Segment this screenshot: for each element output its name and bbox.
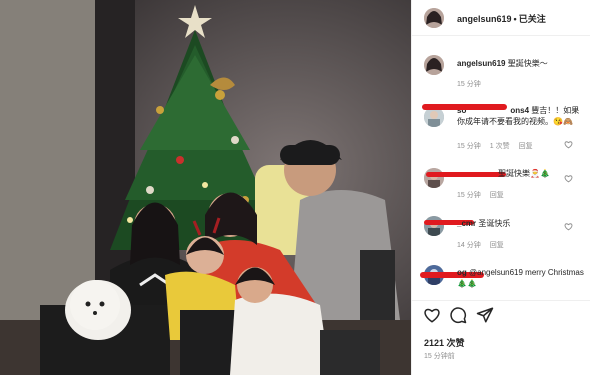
comment-text: og @angelsun619 merry Christmas🎄🎄 (457, 267, 585, 289)
heart-icon[interactable] (423, 306, 441, 324)
profile-picture-icon (424, 168, 444, 188)
comment-meta: 15 分钟 1 次赞 回复 (457, 141, 542, 151)
caption-body: 聖誕快樂～ (507, 59, 548, 68)
profile-picture-icon (424, 216, 444, 236)
reply-button[interactable]: 回复 (490, 242, 504, 249)
avatar[interactable] (424, 168, 444, 188)
redaction-mark (426, 172, 506, 177)
following-button[interactable]: 已关注 (519, 14, 546, 24)
caption-text: angelsun619 聖誕快樂～ (457, 58, 585, 69)
like-count[interactable]: 2121 次赞 (424, 336, 465, 349)
avatar[interactable] (424, 55, 444, 75)
comment-body: 聖誕快樂🎅🎄 (498, 169, 550, 178)
reply-button[interactable]: 回复 (519, 143, 533, 150)
comment-time[interactable]: 15 分钟 (457, 143, 481, 150)
comments-panel: angelsun619 • 已关注 angelsun619 聖誕快樂～ 15 分钟 … (411, 0, 590, 375)
redaction-mark (422, 104, 507, 110)
caption-meta: 15 分钟 (457, 79, 490, 89)
post-username[interactable]: angelsun619 (457, 14, 512, 24)
profile-picture-icon (424, 107, 444, 127)
caption-time[interactable]: 15 分钟 (457, 81, 481, 88)
profile-picture-icon (424, 55, 444, 75)
separator-dot: • (513, 14, 517, 24)
caption-username[interactable]: angelsun619 (457, 59, 505, 68)
share-icon[interactable] (476, 306, 494, 324)
avatar[interactable] (424, 8, 444, 28)
comment-time[interactable]: 14 分钟 (457, 242, 481, 249)
comment-icon[interactable] (449, 306, 467, 324)
reply-button[interactable]: 回复 (490, 192, 504, 199)
header-username-row: angelsun619 • 已关注 (457, 12, 546, 25)
comment-body: @angelsun619 merry Christmas🎄🎄 (457, 268, 584, 288)
avatar[interactable] (424, 107, 444, 127)
comment-body: 圣诞快乐 (478, 219, 511, 228)
comment-username[interactable]: og (457, 268, 467, 277)
comment-meta: 15 分钟 回复 (457, 190, 513, 200)
comment-time[interactable]: 15 分钟 (457, 192, 481, 199)
action-bar (412, 306, 590, 328)
avatar[interactable] (424, 216, 444, 236)
post-header: angelsun619 • 已关注 (412, 0, 590, 36)
heart-icon[interactable] (564, 174, 573, 183)
divider (412, 300, 590, 301)
profile-picture-icon (424, 8, 444, 28)
comment-username[interactable]: _cmr (457, 219, 476, 228)
heart-icon[interactable] (564, 140, 573, 149)
heart-icon[interactable] (564, 222, 573, 231)
comment-meta: 14 分钟 回复 (457, 240, 513, 250)
post-time[interactable]: 15 分钟前 (424, 351, 455, 361)
post-photo[interactable] (0, 0, 411, 375)
family-christmas-photo (0, 0, 411, 375)
comment-like-count[interactable]: 1 次赞 (490, 143, 510, 150)
